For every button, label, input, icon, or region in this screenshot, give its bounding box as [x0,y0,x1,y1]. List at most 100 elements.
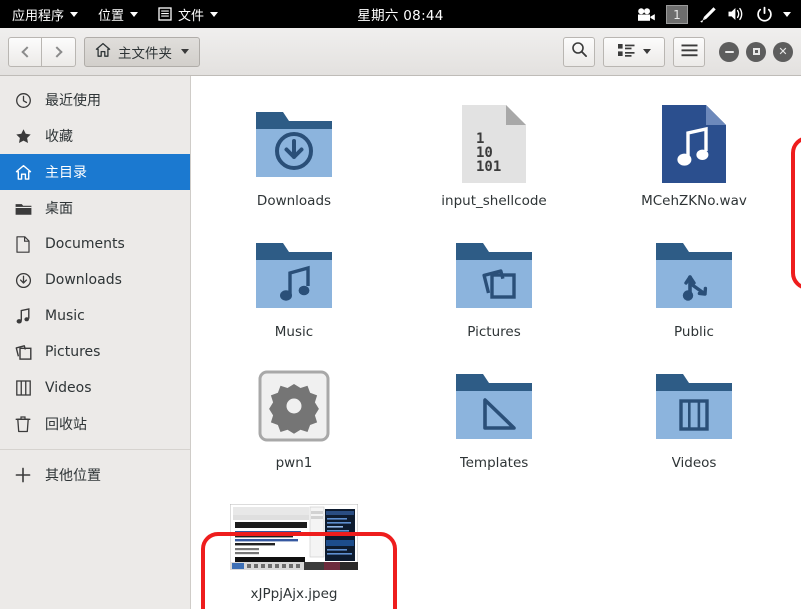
sidebar-item-label: Pictures [45,344,101,360]
chevron-down-icon [130,11,139,17]
plus-icon [14,466,32,484]
navigation-buttons [8,36,76,67]
screen-recorder-icon[interactable] [637,7,656,22]
image-thumbnail [194,494,394,580]
templates-folder-icon [394,363,594,449]
pictures-folder-icon [394,232,594,318]
sidebar-item-other-locations[interactable]: 其他位置 [0,457,190,493]
sidebar-item-downloads[interactable]: Downloads [0,262,190,298]
file-item-downloads[interactable]: Downloads [194,85,394,216]
sidebar-divider [0,449,190,450]
file-item-pwn1[interactable]: pwn1 [194,347,394,478]
chevron-left-icon [20,45,33,58]
minimize-button[interactable] [719,41,739,62]
headerbar: 主文件夹 ✕ [0,28,801,76]
sidebar-item-label: 最近使用 [45,93,101,109]
sidebar-item-home[interactable]: 主目录 [0,154,190,190]
file-item-label: xJPpjAjx.jpeg [250,586,338,602]
chevron-down-icon [70,11,79,17]
chevron-down-icon [642,49,651,54]
sidebar-item-label: 桌面 [45,201,73,217]
file-item-label: Videos [671,455,717,471]
grid-filler [594,76,794,85]
chevron-down-icon[interactable] [783,11,791,17]
chevron-down-icon [181,49,189,54]
file-item-backdoor-exe[interactable]: backdoor.exe [194,76,394,85]
picture-icon [14,343,32,361]
panel-menu-places-label: 位置 [98,8,125,24]
file-item-mcehzkno-wav[interactable]: MCehZKNo.wav [594,85,794,216]
public-folder-icon [594,232,794,318]
file-item-templates[interactable]: Templates [394,347,594,478]
power-icon[interactable] [756,6,773,23]
chevron-right-icon [51,45,63,58]
sidebar-item-pictures[interactable]: Pictures [0,334,190,370]
sidebar-item-music[interactable]: Music [0,298,190,334]
file-item-pictures[interactable]: Pictures [394,216,594,347]
file-manager-window: 主文件夹 ✕ 最近使用 收藏 主目录 桌面 Documents Download… [0,28,801,609]
music-folder-icon [194,232,394,318]
sidebar-item-documents[interactable]: Documents [0,226,190,262]
panel-menu-files[interactable]: 文件 [148,0,228,28]
grid-filler [394,76,594,85]
volume-icon[interactable] [727,6,746,22]
file-item-xjppjajx-jpeg[interactable]: xJPpjAjx.jpeg [194,478,394,609]
back-button[interactable] [8,36,42,67]
star-icon [14,127,32,145]
file-item-public[interactable]: Public [594,216,794,347]
file-item-label: backdoor.exe [249,76,339,78]
hamburger-menu-button[interactable] [673,36,705,67]
close-button[interactable]: ✕ [773,41,793,62]
panel-menu-applications[interactable]: 应用程序 [0,0,88,28]
search-icon [571,41,588,62]
close-icon: ✕ [778,45,788,58]
audio-file-icon [594,101,794,187]
file-item-music[interactable]: Music [194,216,394,347]
clock-icon [14,91,32,109]
file-item-input-shellcode[interactable]: 1 10 101 input_shellcode [394,85,594,216]
home-icon [95,42,111,62]
sidebar-item-label: Videos [45,380,92,396]
sidebar-item-starred[interactable]: 收藏 [0,118,190,154]
home-icon [14,163,32,181]
sidebar-item-desktop[interactable]: 桌面 [0,190,190,226]
workspace-number: 1 [673,7,681,22]
trash-icon [14,415,32,433]
file-item-videos[interactable]: Videos [594,347,794,478]
video-icon [14,379,32,397]
view-mode-button[interactable] [603,36,665,67]
sidebar-item-label: 收藏 [45,129,73,145]
pen-tablet-icon[interactable] [698,6,717,23]
panel-menu-places[interactable]: 位置 [88,0,148,28]
binary-file-icon: 1 10 101 [394,101,594,187]
file-item-label: Public [674,324,714,340]
forward-button[interactable] [42,36,76,67]
search-button[interactable] [563,36,595,67]
file-item-label: Downloads [256,193,332,209]
music-note-icon [14,307,32,325]
panel-tray: 1 [637,0,801,28]
file-item-label: Templates [459,455,529,471]
top-panel: 应用程序 位置 文件 星期六 08:44 1 [0,0,801,28]
path-bar-home-button[interactable]: 主文件夹 [84,36,200,67]
sidebar-item-videos[interactable]: Videos [0,370,190,406]
sidebar-item-trash[interactable]: 回收站 [0,406,190,442]
sidebar-item-label: 回收站 [45,417,87,433]
minimize-icon [724,50,734,53]
file-grid-view[interactable]: backdoor.exe Download [191,76,801,609]
sidebar-item-recent[interactable]: 最近使用 [0,82,190,118]
sidebar-item-label: Downloads [45,272,122,288]
file-grid: backdoor.exe Download [191,76,801,609]
files-window-icon [158,7,172,21]
hamburger-icon [681,42,698,61]
workspace-indicator[interactable]: 1 [666,4,688,24]
executable-icon [194,363,394,449]
file-item-label: pwn1 [275,455,313,471]
path-bar-label: 主文件夹 [118,45,172,62]
file-item-label: input_shellcode [441,193,547,209]
file-item-label: MCehZKNo.wav [641,193,747,209]
panel-menu-applications-label: 应用程序 [12,8,65,24]
maximize-button[interactable] [746,41,766,62]
panel-menu-files-label: 文件 [178,8,205,24]
grid-view-icon [617,42,635,61]
